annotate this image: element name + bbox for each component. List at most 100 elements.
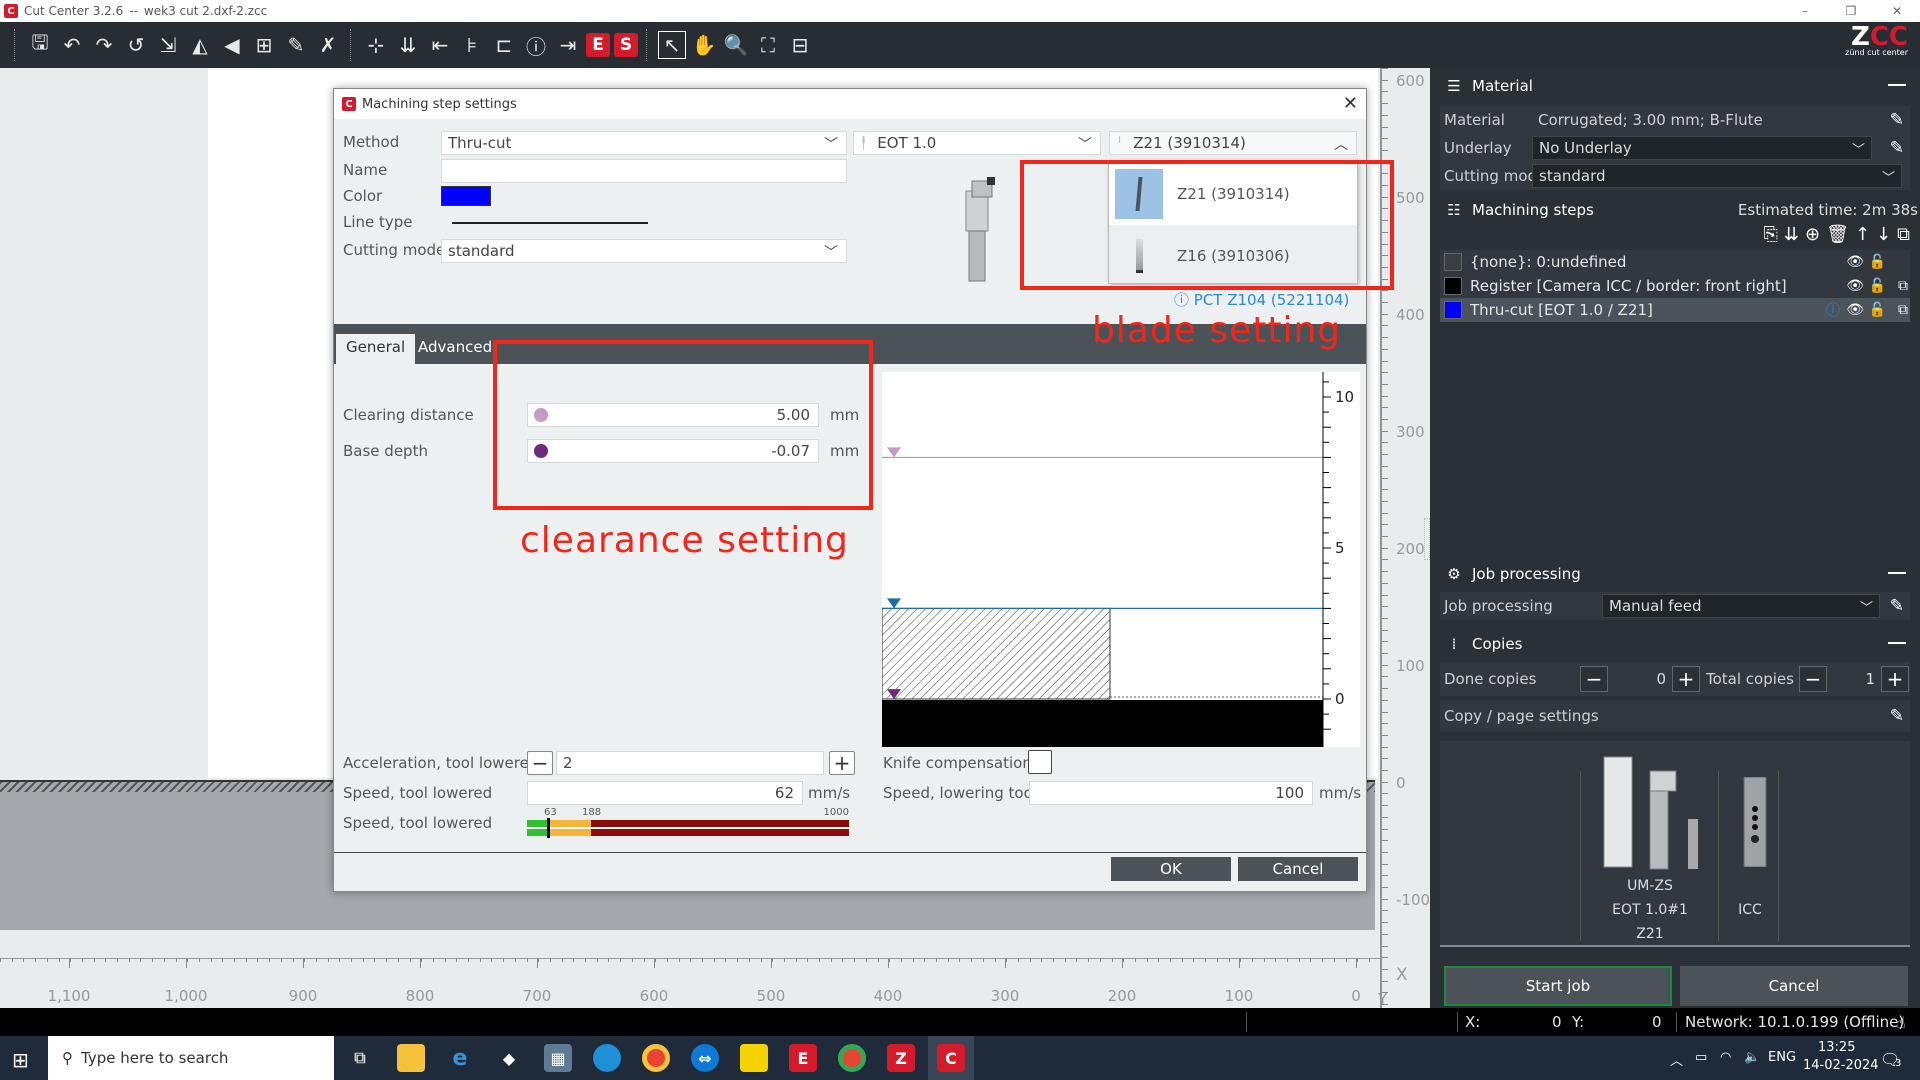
- tab-advanced[interactable]: Advanced: [408, 334, 502, 364]
- toolbar-grip[interactable]: [14, 29, 18, 61]
- steps-section-header[interactable]: ☷ Machining steps Estimated time: 2m 38s: [1430, 194, 1920, 226]
- name-input[interactable]: [441, 159, 847, 183]
- redo-icon[interactable]: ↷: [90, 31, 118, 59]
- edit-material-icon[interactable]: ✎: [1890, 110, 1904, 130]
- cutting-mode-select[interactable]: standard ﹀: [441, 239, 847, 263]
- edit-underlay-icon[interactable]: ✎: [1890, 138, 1904, 158]
- mirror-horizontal-icon[interactable]: ◀: [218, 31, 246, 59]
- cutting-mode-select[interactable]: standard ﹀: [1532, 164, 1902, 188]
- chrome-icon[interactable]: [642, 1044, 670, 1072]
- align-icon[interactable]: ⇤: [426, 31, 454, 59]
- calculator-icon[interactable]: ▦: [544, 1044, 572, 1072]
- lock-icon[interactable]: 🔓: [1869, 254, 1886, 270]
- info-icon[interactable]: ⓘ: [1826, 300, 1840, 320]
- total-copies-increment[interactable]: +: [1881, 666, 1909, 692]
- chrome-profile-icon[interactable]: [838, 1044, 866, 1072]
- machining-step-item[interactable]: Thru-cut [EOT 1.0 / Z21] 👁 🔓 ⧉ ⓘ: [1440, 298, 1910, 322]
- language-indicator[interactable]: ENG: [1768, 1050, 1796, 1065]
- collapse-icon[interactable]: [1888, 642, 1906, 644]
- info-icon[interactable]: ⓘ: [522, 31, 550, 59]
- align-p-icon[interactable]: ⊧: [458, 31, 486, 59]
- knife-comp-checkbox[interactable]: [1028, 750, 1052, 774]
- start-job-button[interactable]: Start job: [1444, 966, 1672, 1006]
- taskbar-e-app-icon[interactable]: E: [789, 1044, 817, 1072]
- method-select[interactable]: Thru-cut ﹀: [441, 131, 847, 155]
- e-icon[interactable]: E: [586, 33, 610, 57]
- zoom-icon[interactable]: 🔍: [722, 31, 750, 59]
- collapse-icon[interactable]: [1888, 572, 1906, 574]
- line-type-sample[interactable]: [452, 222, 648, 224]
- add-tool-icon[interactable]: ⊕: [1805, 224, 1820, 245]
- cancel-button[interactable]: Cancel: [1238, 857, 1358, 881]
- copy-step-icon[interactable]: ⧉: [1897, 224, 1910, 245]
- undo-icon[interactable]: ↶: [58, 31, 86, 59]
- material-section-header[interactable]: ☰ Material: [1430, 70, 1920, 102]
- save-icon[interactable]: 🖫: [26, 30, 54, 59]
- pct-link[interactable]: ⓘ PCT Z104 (5221104): [1174, 289, 1349, 310]
- clock-date[interactable]: 14-02-2024: [1803, 1058, 1879, 1073]
- icc-camera-image[interactable]: [1740, 777, 1770, 867]
- tray-expand-icon[interactable]: ︿: [1670, 1050, 1683, 1069]
- duplicate-icon[interactable]: ⧉: [1898, 302, 1908, 318]
- eot-tool-image[interactable]: [1600, 753, 1710, 873]
- clock-time[interactable]: 13:25: [1818, 1040, 1855, 1055]
- taskbar-z-app-icon[interactable]: Z: [887, 1044, 915, 1072]
- select-icon[interactable]: ↖: [658, 31, 686, 59]
- pan-icon[interactable]: ✋: [690, 31, 718, 59]
- copies-section-header[interactable]: ⁞ Copies: [1430, 628, 1920, 660]
- lock-icon[interactable]: 🔓: [1869, 302, 1886, 318]
- speed-lowering-input[interactable]: 100: [1029, 781, 1313, 805]
- distribute-icon[interactable]: ⇊: [394, 31, 422, 59]
- close-button[interactable]: ✕: [1874, 0, 1920, 22]
- touch-mode-icon[interactable]: ☝: [1896, 1013, 1906, 1032]
- toolbar-grip[interactable]: [350, 29, 354, 61]
- measure-edit-icon[interactable]: ✎: [282, 31, 310, 59]
- task-view-icon[interactable]: ⧉: [346, 1044, 374, 1072]
- taskbar-search[interactable]: ⚲ Type here to search: [48, 1036, 334, 1080]
- underlay-select[interactable]: No Underlay ﹀: [1532, 136, 1872, 160]
- visibility-icon[interactable]: 👁: [1846, 302, 1864, 318]
- panel-splitter[interactable]: [1424, 518, 1430, 560]
- minimize-button[interactable]: –: [1782, 0, 1828, 22]
- edit-job-icon[interactable]: ✎: [1890, 596, 1904, 616]
- speed-lowered-input[interactable]: 62: [527, 781, 803, 805]
- restore-button[interactable]: ❐: [1828, 0, 1874, 22]
- speed-bar-thumb[interactable]: [547, 818, 550, 838]
- align-left-icon[interactable]: ⊏: [490, 31, 518, 59]
- visibility-icon[interactable]: 👁: [1846, 254, 1864, 270]
- rotate-icon[interactable]: ↺: [122, 31, 150, 59]
- color-swatch[interactable]: [441, 186, 491, 206]
- import-icon[interactable]: ⇥: [554, 31, 582, 59]
- taskbar-cutcenter-icon[interactable]: C: [937, 1044, 965, 1072]
- fit-width-icon[interactable]: ⊟: [786, 31, 814, 59]
- acceleration-increment-button[interactable]: +: [829, 751, 855, 775]
- acceleration-decrement-button[interactable]: −: [527, 751, 553, 775]
- s-icon[interactable]: S: [614, 33, 638, 57]
- internet-explorer-icon[interactable]: e: [446, 1044, 474, 1072]
- visibility-icon[interactable]: 👁: [1846, 278, 1864, 294]
- volume-icon[interactable]: 🔈: [1744, 1050, 1760, 1065]
- delete-step-icon[interactable]: 🗑: [1826, 224, 1849, 245]
- ok-button[interactable]: OK: [1111, 857, 1231, 881]
- sticky-notes-icon[interactable]: [740, 1044, 768, 1072]
- job-section-header[interactable]: ⚙ Job processing: [1430, 558, 1920, 590]
- move-down-icon[interactable]: ↓: [1876, 224, 1891, 245]
- total-copies-decrement[interactable]: −: [1799, 666, 1827, 692]
- machining-step-item[interactable]: {none}: 0:undefined 👁 🔓: [1440, 250, 1910, 274]
- windows-start-icon[interactable]: ⊞: [12, 1048, 29, 1072]
- acceleration-input[interactable]: 2: [556, 751, 824, 775]
- tool-select[interactable]: ╿ EOT 1.0 ﹀: [853, 131, 1101, 155]
- lock-icon[interactable]: 🔓: [1869, 278, 1886, 294]
- move-up-icon[interactable]: ↑: [1855, 224, 1870, 245]
- measure-calc-icon[interactable]: ⊞: [250, 31, 278, 59]
- app-icon[interactable]: ◆: [495, 1044, 523, 1072]
- done-copies-increment[interactable]: +: [1672, 666, 1700, 692]
- done-copies-decrement[interactable]: −: [1580, 666, 1608, 692]
- job-cancel-button[interactable]: Cancel: [1680, 966, 1908, 1006]
- dialog-close-button[interactable]: ✕: [1343, 93, 1358, 114]
- total-copies-value[interactable]: 1: [1827, 666, 1879, 692]
- done-copies-value[interactable]: 0: [1608, 666, 1670, 692]
- add-steps-icon[interactable]: ⇊: [1784, 224, 1799, 245]
- duplicate-icon[interactable]: ⧉: [1898, 278, 1908, 294]
- meet-icon[interactable]: ▭: [1695, 1050, 1707, 1065]
